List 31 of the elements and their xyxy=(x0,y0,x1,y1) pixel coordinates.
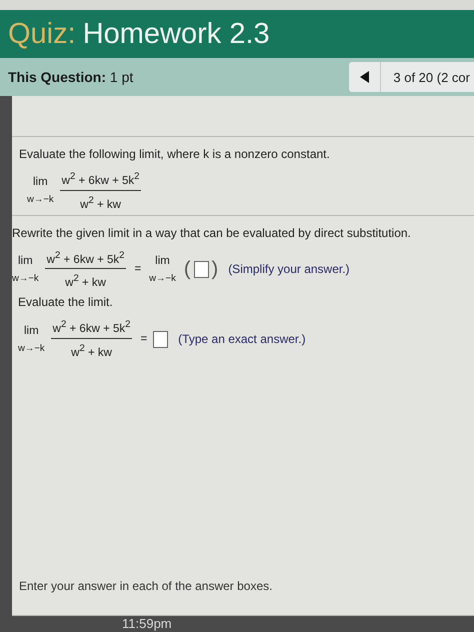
problem-text: Evaluate the following limit, where k is a nonzero constant. xyxy=(19,147,331,161)
left-triangle-icon xyxy=(360,71,370,83)
fraction-denominator: w$^{2}$ + kw xyxy=(65,272,106,290)
instruction-text: Rewrite the given limit in a way that can be evaluated by direct substitution. xyxy=(12,226,412,240)
instruction-text: Evaluate the limit. xyxy=(18,295,114,310)
limit-subscript: w→−k xyxy=(27,194,54,206)
question-points: This Question: 1 pt xyxy=(8,69,134,85)
limit-subscript: w→−k xyxy=(18,342,45,354)
lim-label: lim xyxy=(24,324,39,337)
equals-sign: = xyxy=(140,333,148,346)
answer-hint: (Type an exact answer.) xyxy=(178,332,306,346)
open-parenthesis: ( xyxy=(184,258,191,281)
quiz-label: Quiz: xyxy=(8,18,76,50)
lim-label: lim xyxy=(18,254,33,267)
fraction-denominator: w$^{2}$ + kw xyxy=(71,342,112,359)
question-selector[interactable]: 3 of 20 (2 cor xyxy=(381,62,474,92)
limit-subscript: w→−k xyxy=(12,272,39,284)
fraction-numerator: w$^{2}$ + 6kw + 5k$^{2}$ xyxy=(44,250,126,270)
close-parenthesis: ) xyxy=(212,258,218,281)
fraction-numerator: w$^{2}$ + 6kw + 5k$^{2}$ xyxy=(50,319,132,340)
quiz-title: Homework 2.3 xyxy=(82,18,270,50)
lim-label: lim xyxy=(32,176,48,188)
limit-subscript: w→−k xyxy=(149,272,176,284)
fraction-numerator: w$^{2}$ + 6kw + 5k$^{2}$ xyxy=(60,171,142,191)
fraction-denominator: w$^{2}$ + kw xyxy=(80,194,121,211)
answer-box[interactable] xyxy=(194,260,209,278)
answer-hint: (Simplify your answer.) xyxy=(228,262,350,276)
equals-sign: = xyxy=(134,263,142,276)
answer-box[interactable] xyxy=(153,330,168,348)
lim-label: lim xyxy=(155,254,170,267)
previous-button[interactable] xyxy=(349,62,382,92)
